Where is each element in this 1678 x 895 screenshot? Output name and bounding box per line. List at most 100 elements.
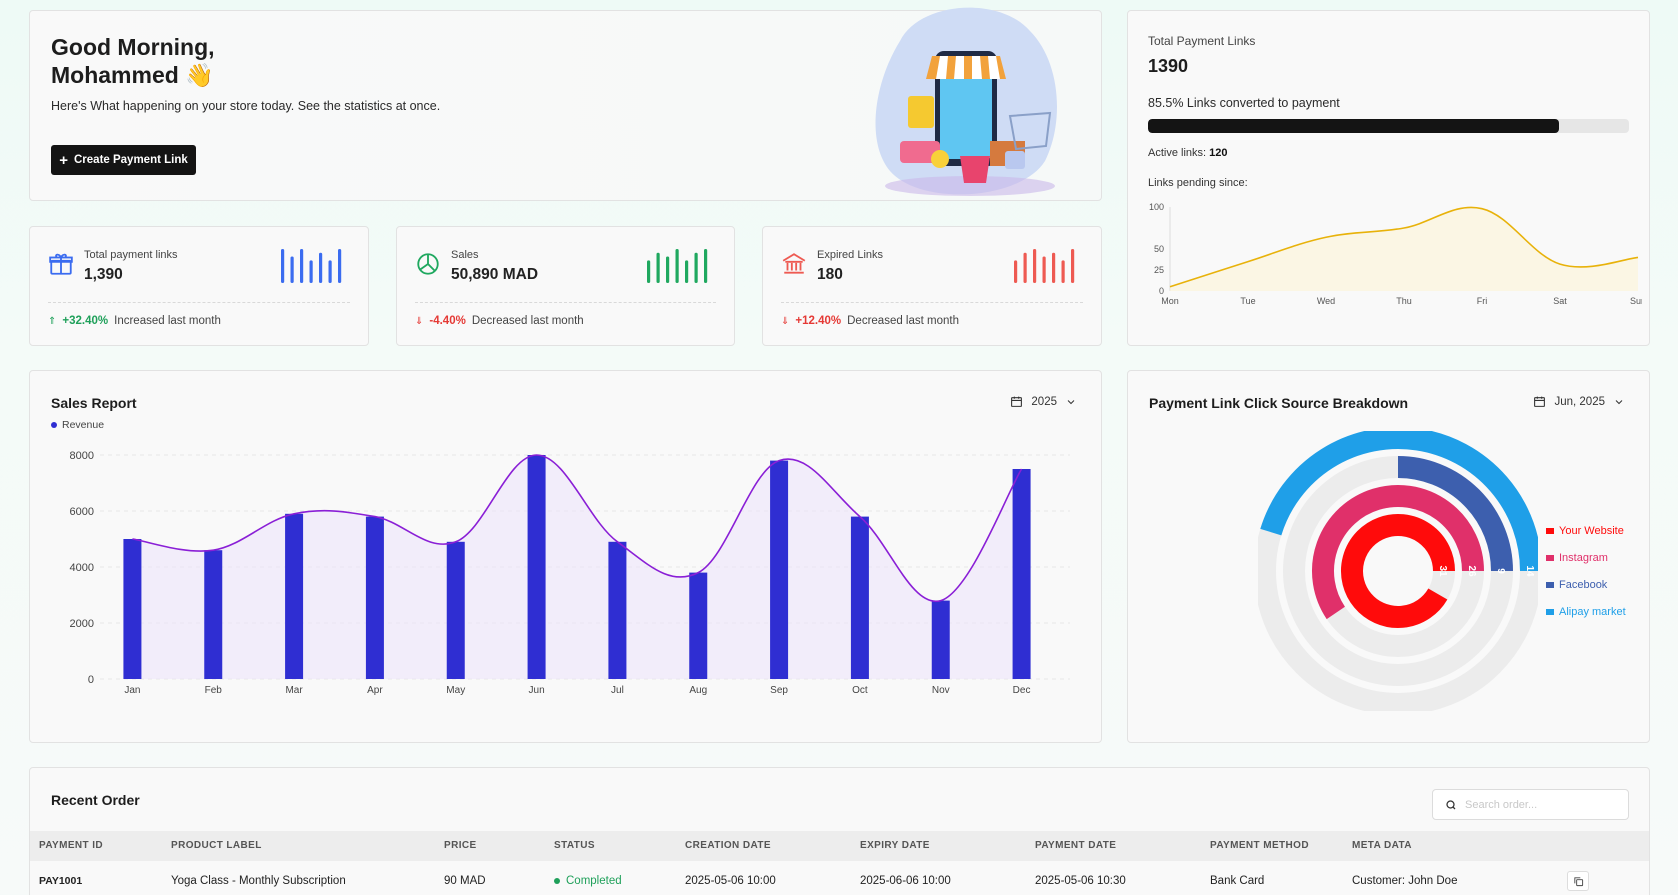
status-label: Completed bbox=[566, 875, 622, 887]
column-header[interactable]: PRODUCT LABEL bbox=[171, 831, 262, 861]
legend-item-instagram[interactable]: Instagram bbox=[1546, 544, 1626, 571]
column-header[interactable]: CREATION DATE bbox=[685, 831, 771, 861]
legend-item-alipay-market[interactable]: Alipay market bbox=[1546, 598, 1626, 625]
column-header[interactable]: PAYMENT DATE bbox=[1035, 831, 1116, 861]
radial-value-label: 14 bbox=[1524, 565, 1535, 577]
breakdown-title: Payment Link Click Source Breakdown bbox=[1149, 395, 1409, 411]
bar[interactable] bbox=[123, 539, 142, 679]
column-header[interactable]: PRICE bbox=[444, 831, 477, 861]
bar[interactable] bbox=[608, 541, 627, 679]
stat-note: Decreased last month bbox=[471, 315, 584, 327]
greeting-card: Good Morning, Mohammed 👋 Here's What hap… bbox=[29, 7, 1102, 201]
chevron-down-icon bbox=[1615, 399, 1623, 404]
table-header: PAYMENT ID PRODUCT LABEL PRICE STATUS CR… bbox=[30, 831, 1649, 861]
legend-label: Your Website bbox=[1559, 524, 1624, 537]
plus-icon: + bbox=[59, 151, 68, 169]
cell-product-label: Yoga Class - Monthly Subscription bbox=[171, 875, 346, 887]
column-header[interactable]: META DATA bbox=[1352, 831, 1412, 861]
sparkbar bbox=[666, 256, 670, 283]
legend-swatch bbox=[1546, 608, 1554, 615]
x-tick-label: Nov bbox=[932, 685, 950, 696]
y-tick-label: 100 bbox=[1149, 202, 1164, 212]
revenue-legend[interactable]: Revenue bbox=[51, 419, 104, 431]
x-tick-label: Sat bbox=[1553, 296, 1567, 306]
column-header[interactable]: PAYMENT ID bbox=[39, 831, 103, 861]
bar[interactable] bbox=[850, 516, 869, 679]
y-tick-label: 2000 bbox=[70, 618, 94, 630]
create-payment-link-button[interactable]: + Create Payment Link bbox=[51, 145, 196, 175]
x-tick-label: Feb bbox=[205, 685, 223, 696]
column-header[interactable]: EXPIRY DATE bbox=[860, 831, 930, 861]
x-tick-label: Mar bbox=[285, 685, 303, 696]
legend-dot bbox=[51, 422, 57, 428]
trend-down-icon: ⇓ bbox=[781, 315, 790, 327]
greeting-subtitle: Here's What happening on your store toda… bbox=[51, 99, 441, 113]
stat-label: Expired Links bbox=[817, 249, 884, 261]
radial-bar[interactable] bbox=[1341, 514, 1455, 628]
column-header[interactable]: STATUS bbox=[554, 831, 595, 861]
x-tick-label: Fri bbox=[1477, 296, 1488, 306]
y-tick-label: 25 bbox=[1154, 265, 1164, 275]
legend-item-your-website[interactable]: Your Website bbox=[1546, 517, 1626, 544]
chevron-down-icon bbox=[1067, 399, 1075, 404]
bar[interactable] bbox=[689, 572, 708, 679]
legend-label: Instagram bbox=[1559, 551, 1608, 564]
x-tick-label: Mon bbox=[1161, 296, 1179, 306]
sparkbar bbox=[1042, 256, 1046, 283]
greeting-title: Good Morning, Mohammed 👋 bbox=[51, 33, 215, 89]
table-row[interactable]: PAY1001 Yoga Class - Monthly Subscriptio… bbox=[30, 861, 1649, 895]
copy-button[interactable] bbox=[1567, 871, 1589, 891]
sparkbar bbox=[309, 260, 313, 283]
stat-footer: ⇓ -4.40% Decreased last month bbox=[415, 315, 584, 327]
area-fill bbox=[1170, 207, 1638, 291]
sparkbar bbox=[290, 256, 294, 283]
search-input[interactable] bbox=[1465, 798, 1615, 811]
conversion-progress-bar bbox=[1148, 119, 1629, 133]
shopping-illustration bbox=[875, 7, 1057, 196]
gift-icon bbox=[49, 253, 73, 275]
pending-line-chart: 0 25 50 100 Mon Tue Wed Thu Fri Sat Sun bbox=[1149, 202, 1642, 306]
bar[interactable] bbox=[1012, 469, 1031, 679]
links-value: 1390 bbox=[1148, 56, 1189, 76]
bar[interactable] bbox=[527, 455, 546, 679]
status-dot bbox=[554, 878, 560, 884]
divider bbox=[48, 302, 350, 303]
bar[interactable] bbox=[285, 513, 304, 679]
conversion-progress-fill bbox=[1148, 119, 1560, 133]
period-dropdown[interactable]: Jun, 2025 bbox=[1533, 395, 1625, 408]
payment-links-card: Total Payment Links 1390 85.5% Links con… bbox=[1127, 10, 1650, 346]
legend-label: Facebook bbox=[1559, 578, 1608, 591]
bar[interactable] bbox=[204, 550, 223, 679]
create-payment-link-label: Create Payment Link bbox=[74, 154, 188, 166]
order-search[interactable] bbox=[1432, 789, 1629, 820]
stat-value: 180 bbox=[817, 266, 843, 283]
period-value: Jun, 2025 bbox=[1554, 395, 1605, 408]
legend-item-facebook[interactable]: Facebook bbox=[1546, 571, 1626, 598]
x-tick-label: Thu bbox=[1396, 296, 1412, 306]
year-dropdown[interactable]: 2025 bbox=[1010, 395, 1077, 408]
bar[interactable] bbox=[770, 460, 789, 679]
sparkbar bbox=[1071, 249, 1075, 283]
stat-change: +12.40% bbox=[795, 315, 842, 327]
x-tick-label: Dec bbox=[1013, 685, 1031, 696]
cell-payment-id: PAY1001 bbox=[39, 875, 83, 887]
cell-expiry-date: 2025-06-06 10:00 bbox=[860, 875, 951, 887]
x-tick-label: Tue bbox=[1240, 296, 1255, 306]
stat-change: +32.40% bbox=[62, 315, 109, 327]
y-tick-label: 4000 bbox=[70, 562, 94, 574]
column-header[interactable]: PAYMENT METHOD bbox=[1210, 831, 1309, 861]
search-icon bbox=[1446, 799, 1456, 809]
sparkbar bbox=[300, 249, 304, 283]
stat-card-total-payment-links: Total payment links 1,390 ⇑ +32.40% Incr… bbox=[29, 226, 369, 346]
bar[interactable] bbox=[446, 541, 465, 679]
sparkbar bbox=[1052, 252, 1056, 283]
x-tick-label: Jan bbox=[124, 685, 140, 696]
bank-icon bbox=[782, 253, 806, 274]
radial-value-label: 26 bbox=[1466, 565, 1477, 577]
bar[interactable] bbox=[931, 600, 950, 679]
radial-value-label: 9 bbox=[1495, 568, 1506, 574]
bar[interactable] bbox=[365, 516, 384, 679]
legend-label: Alipay market bbox=[1559, 605, 1626, 618]
cell-status: Completed bbox=[554, 861, 622, 895]
stat-value: 1,390 bbox=[84, 266, 123, 283]
